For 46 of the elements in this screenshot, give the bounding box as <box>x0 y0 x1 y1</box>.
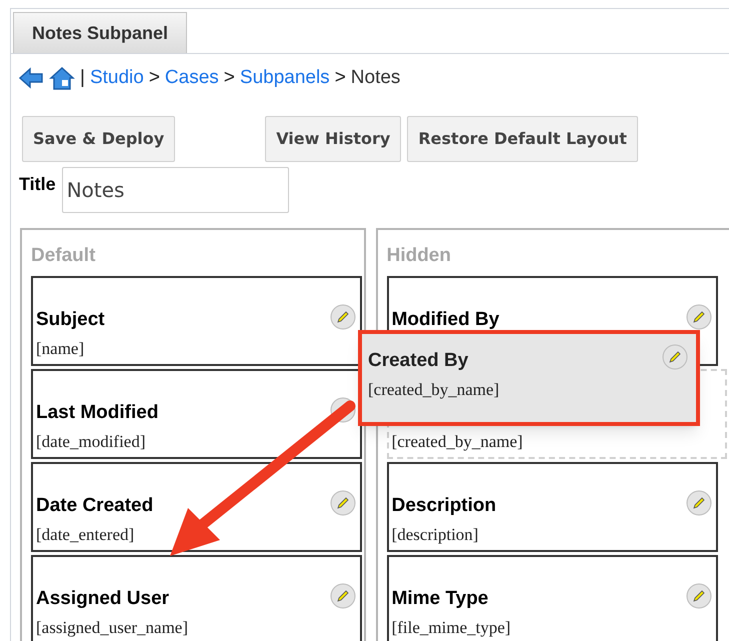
field-label: Subject <box>36 308 105 332</box>
field-card[interactable]: Mime Type [file_mime_type] <box>386 555 718 641</box>
field-label: Last Modified <box>36 401 158 425</box>
home-icon[interactable] <box>49 65 75 91</box>
toolbar-button[interactable]: View History <box>265 116 402 162</box>
field-label: Assigned User <box>36 587 170 611</box>
field-name: [date_entered] <box>36 524 134 546</box>
tab[interactable]: Notes Subpanel <box>13 12 188 53</box>
column-heading: Default <box>31 244 96 268</box>
pencil-icon[interactable] <box>330 490 356 516</box>
breadcrumb-separator: > <box>334 66 346 90</box>
drag-preview-tooltip[interactable]: Created By [created_by_name] <box>358 330 700 426</box>
field-label: Date Created <box>36 494 154 518</box>
breadcrumb-link[interactable]: Studio <box>90 64 144 92</box>
breadcrumb-separator: > <box>148 66 160 90</box>
field-card[interactable]: Assigned User [assigned_user_name] <box>31 555 362 641</box>
field-name: [name] <box>36 338 84 360</box>
field-name: [created_by_name] <box>392 431 523 453</box>
field-label: Modified By <box>392 308 500 332</box>
pencil-icon[interactable] <box>330 304 356 330</box>
toolbar-button[interactable]: Restore Default Layout <box>407 116 638 162</box>
field-card[interactable]: Description [description] <box>386 462 718 552</box>
field-label: Mime Type <box>392 587 488 611</box>
field-name: [file_mime_type] <box>392 617 511 639</box>
pencil-icon[interactable] <box>662 344 688 370</box>
title-input-field[interactable]: Notes <box>62 167 289 213</box>
pencil-icon[interactable] <box>686 490 712 516</box>
pencil-icon[interactable] <box>330 583 356 609</box>
breadcrumb-divider: | <box>80 66 85 90</box>
field-name: [created_by_name] <box>368 379 500 401</box>
field-card[interactable]: Date Created [date_entered] <box>31 462 362 552</box>
breadcrumb-link[interactable]: Cases <box>164 64 219 92</box>
title-label: Title <box>19 173 56 196</box>
column-heading: Hidden <box>386 244 452 268</box>
pencil-icon[interactable] <box>686 304 712 330</box>
pencil-icon[interactable] <box>686 583 712 609</box>
toolbar-button[interactable]: Save & Deploy <box>22 116 176 162</box>
field-name: [assigned_user_name] <box>36 617 188 639</box>
breadcrumb-link[interactable]: Subpanels <box>240 64 330 92</box>
breadcrumb-separator: > <box>224 66 235 90</box>
breadcrumb-current: Notes <box>350 66 400 90</box>
back-arrow-icon[interactable] <box>18 67 44 89</box>
field-name: [description] <box>392 524 478 546</box>
field-label: Description <box>392 494 496 518</box>
field-card[interactable]: Subject [name] <box>31 276 362 366</box>
field-name: [date_modified] <box>36 431 146 453</box>
